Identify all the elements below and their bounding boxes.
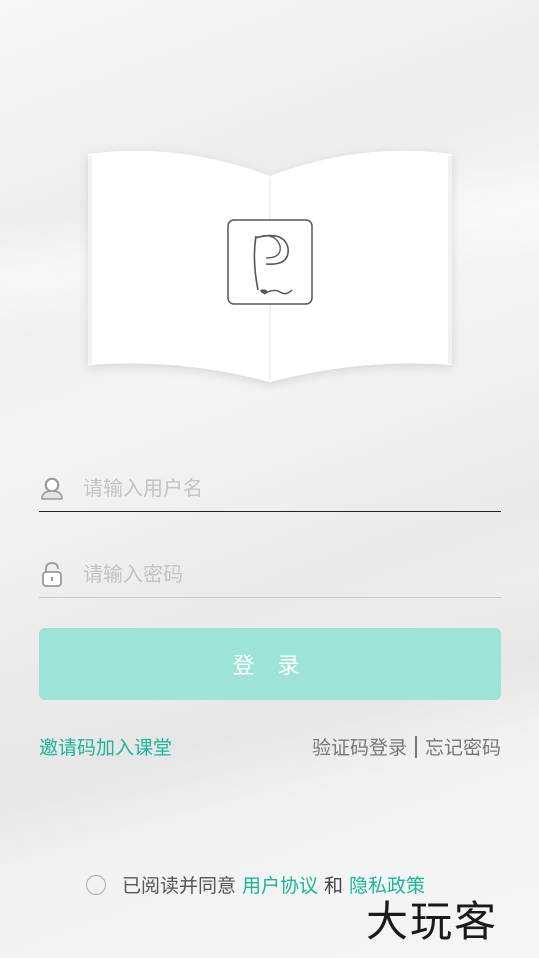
secondary-links: 验证码登录 忘记密码 [312,733,501,760]
sms-login-link[interactable]: 验证码登录 [312,733,407,760]
login-button[interactable]: 登 录 [39,628,501,700]
watermark-logo: 大玩客 [366,897,499,946]
username-field [39,463,501,512]
agreement-prefix: 已阅读并同意 [122,875,237,897]
lock-icon [42,562,62,587]
user-agreement-link[interactable]: 用户协议 [242,871,318,898]
agreement-checkbox[interactable] [86,874,106,895]
forgot-password-link[interactable]: 忘记密码 [425,733,501,760]
p-logo-icon [227,219,313,305]
password-input[interactable] [81,557,485,591]
invite-code-link[interactable]: 邀请码加入课堂 [39,733,172,760]
password-field [39,549,501,598]
agreement-and: 和 [324,875,344,897]
open-book-illustration [70,140,470,390]
link-divider [414,735,417,758]
user-icon [41,477,63,500]
background-shadow-streak [0,555,539,885]
username-input[interactable] [81,471,485,505]
